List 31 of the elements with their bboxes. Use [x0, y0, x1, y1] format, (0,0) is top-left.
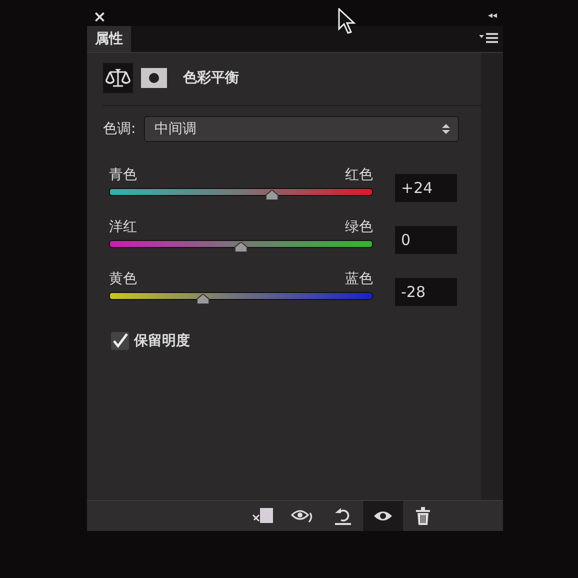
reset-icon — [333, 507, 353, 525]
mask-icon[interactable] — [141, 68, 167, 88]
slider-label: 黄色 — [109, 270, 137, 288]
up-down-arrows-icon — [442, 123, 450, 135]
slider-thumb[interactable] — [196, 294, 210, 304]
clip-icon — [252, 507, 274, 525]
eye-icon — [373, 509, 393, 523]
trash-icon — [415, 507, 431, 525]
tone-label: 色调: — [103, 120, 136, 138]
balance-scale-icon[interactable] — [103, 63, 133, 93]
slider-label: 蓝色 — [345, 270, 373, 288]
slider-label: 绿色 — [345, 218, 373, 236]
slider-label: 青色 — [109, 166, 137, 184]
scrollbar-track[interactable] — [481, 53, 503, 500]
value-field[interactable]: -28 — [395, 278, 457, 306]
adjustment-title: 色彩平衡 — [183, 69, 239, 87]
value-field[interactable]: 0 — [395, 226, 457, 254]
checkbox[interactable] — [111, 332, 129, 350]
collapse-button[interactable]: ◂◂ — [488, 11, 497, 21]
visibility-button[interactable] — [363, 501, 403, 531]
properties-tab[interactable]: 属性 — [87, 26, 131, 52]
close-button[interactable]: × — [93, 6, 106, 26]
slider-label: 洋红 — [109, 218, 137, 236]
menu-icon[interactable] — [479, 32, 499, 44]
slider-thumb[interactable] — [234, 242, 248, 252]
eye-arrow-icon — [291, 507, 315, 525]
value-field[interactable]: +24 — [395, 174, 457, 202]
slider-thumb[interactable] — [265, 190, 280, 200]
checkbox-label: 保留明度 — [134, 332, 190, 350]
slider-label: 红色 — [345, 166, 373, 184]
tone-dropdown[interactable]: 中间调 — [144, 116, 459, 142]
